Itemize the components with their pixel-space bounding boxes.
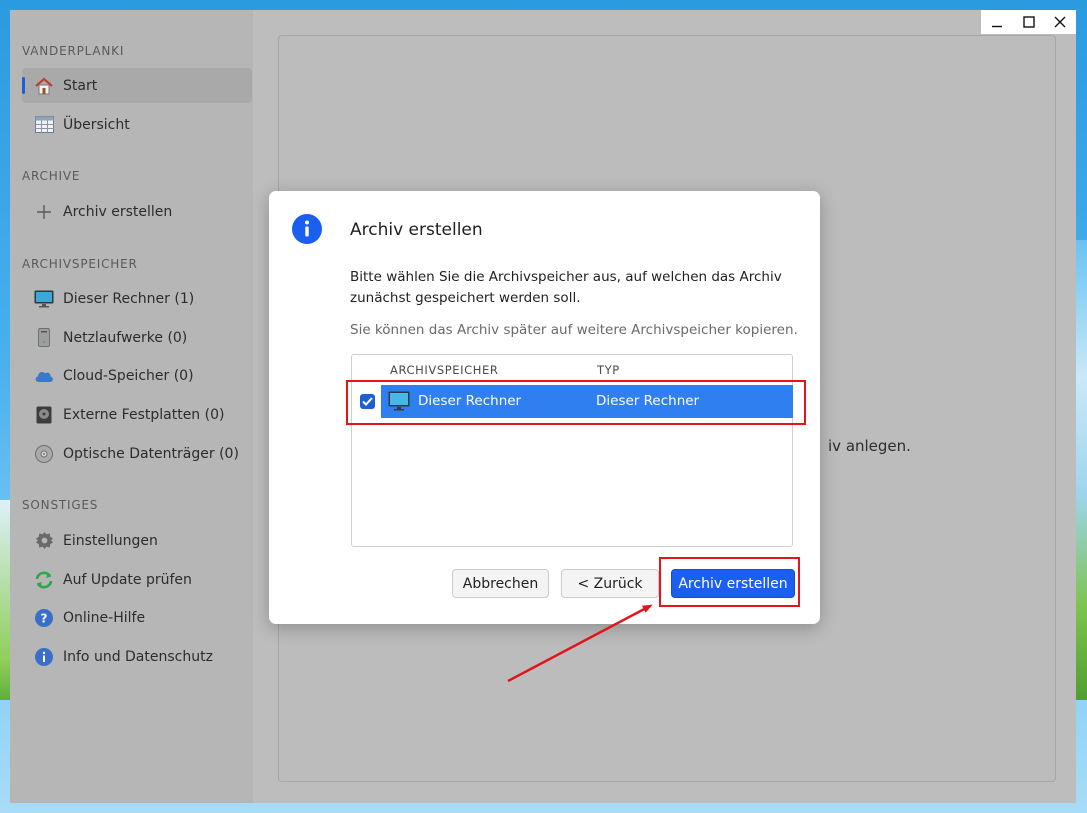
background-message-text: iv anlegen. <box>828 437 911 455</box>
help-icon: ? <box>34 608 54 628</box>
monitor-icon <box>388 391 410 415</box>
sidebar: VANDERPLANKI Start Übersicht ARCHIVE Arc… <box>10 10 253 803</box>
sidebar-section-title: VANDERPLANKI <box>22 44 125 58</box>
dialog-title: Archiv erstellen <box>350 220 483 240</box>
sidebar-item-label: Auf Update prüfen <box>63 571 192 588</box>
cancel-button[interactable]: Abbrechen <box>452 569 549 598</box>
sidebar-item-update-pruefen[interactable]: Auf Update prüfen <box>22 562 252 597</box>
sidebar-item-externe-festplatten[interactable]: Externe Festplatten (0) <box>22 397 252 432</box>
column-header-typ: TYP <box>597 363 620 377</box>
dialog-hint: Sie können das Archiv später auf weitere… <box>350 322 798 338</box>
sidebar-item-label: Cloud-Speicher (0) <box>63 367 194 384</box>
sidebar-item-label: Dieser Rechner (1) <box>63 290 195 307</box>
sidebar-item-einstellungen[interactable]: Einstellungen <box>22 523 252 558</box>
column-header-archivspeicher: ARCHIVSPEICHER <box>390 363 499 377</box>
dialog-message: Bitte wählen Sie die Archivspeicher aus,… <box>350 269 782 306</box>
sidebar-item-netzlaufwerke[interactable]: Netzlaufwerke (0) <box>22 320 252 355</box>
sidebar-item-label: Externe Festplatten (0) <box>63 406 225 423</box>
home-icon <box>34 76 54 96</box>
table-icon <box>34 115 54 135</box>
server-icon <box>34 328 54 348</box>
cloud-icon <box>34 366 54 386</box>
info-icon <box>292 214 322 248</box>
disc-icon <box>34 444 54 464</box>
refresh-icon <box>34 570 54 590</box>
close-icon <box>1054 13 1066 32</box>
sidebar-section-title: ARCHIVE <box>22 169 81 183</box>
sidebar-item-uebersicht[interactable]: Übersicht <box>22 107 252 142</box>
minimize-button[interactable] <box>981 10 1013 34</box>
create-archive-dialog: Archiv erstellen Bitte wählen Sie die Ar… <box>269 191 820 624</box>
sidebar-item-dieser-rechner[interactable]: Dieser Rechner (1) <box>22 281 252 316</box>
sidebar-item-label: Online-Hilfe <box>63 609 146 626</box>
svg-text:?: ? <box>41 611 48 625</box>
desktop-background-right <box>1076 240 1087 700</box>
sidebar-item-label: Archiv erstellen <box>63 203 173 220</box>
hard-drive-icon <box>34 405 54 425</box>
sidebar-item-label: Start <box>63 77 98 94</box>
info-icon <box>34 647 54 667</box>
sidebar-item-label: Optische Datenträger (0) <box>63 445 239 462</box>
row-checkbox[interactable] <box>360 394 375 409</box>
maximize-icon <box>1022 13 1035 32</box>
window-controls <box>981 10 1076 34</box>
sidebar-item-label: Übersicht <box>63 116 130 133</box>
sidebar-item-online-hilfe[interactable]: ? Online-Hilfe <box>22 600 252 635</box>
sidebar-section-title: SONSTIGES <box>22 498 99 512</box>
sidebar-item-start[interactable]: Start <box>22 68 252 103</box>
sidebar-item-label: Info und Datenschutz <box>63 648 213 665</box>
minimize-icon <box>991 13 1003 32</box>
sidebar-item-label: Einstellungen <box>63 532 158 549</box>
row-name: Dieser Rechner <box>418 393 522 409</box>
sidebar-item-optische-datentraeger[interactable]: Optische Datenträger (0) <box>22 436 252 471</box>
gear-icon <box>34 531 54 551</box>
close-button[interactable] <box>1044 10 1076 34</box>
storage-table: ARCHIVSPEICHER TYP Dieser Rechner Dieser… <box>351 354 793 547</box>
sidebar-item-info-datenschutz[interactable]: Info und Datenschutz <box>22 639 252 674</box>
maximize-button[interactable] <box>1013 10 1045 34</box>
create-archive-button[interactable]: Archiv erstellen <box>671 569 795 598</box>
sidebar-item-archiv-erstellen[interactable]: Archiv erstellen <box>22 194 252 229</box>
back-button[interactable]: < Zurück <box>561 569 659 598</box>
sidebar-item-label: Netzlaufwerke (0) <box>63 329 188 346</box>
table-row[interactable]: Dieser Rechner Dieser Rechner <box>381 385 793 418</box>
plus-icon <box>34 202 54 222</box>
sidebar-item-cloud-speicher[interactable]: Cloud-Speicher (0) <box>22 358 252 393</box>
monitor-icon <box>34 289 54 309</box>
sidebar-section-title: ARCHIVSPEICHER <box>22 257 138 271</box>
row-type: Dieser Rechner <box>596 393 700 409</box>
